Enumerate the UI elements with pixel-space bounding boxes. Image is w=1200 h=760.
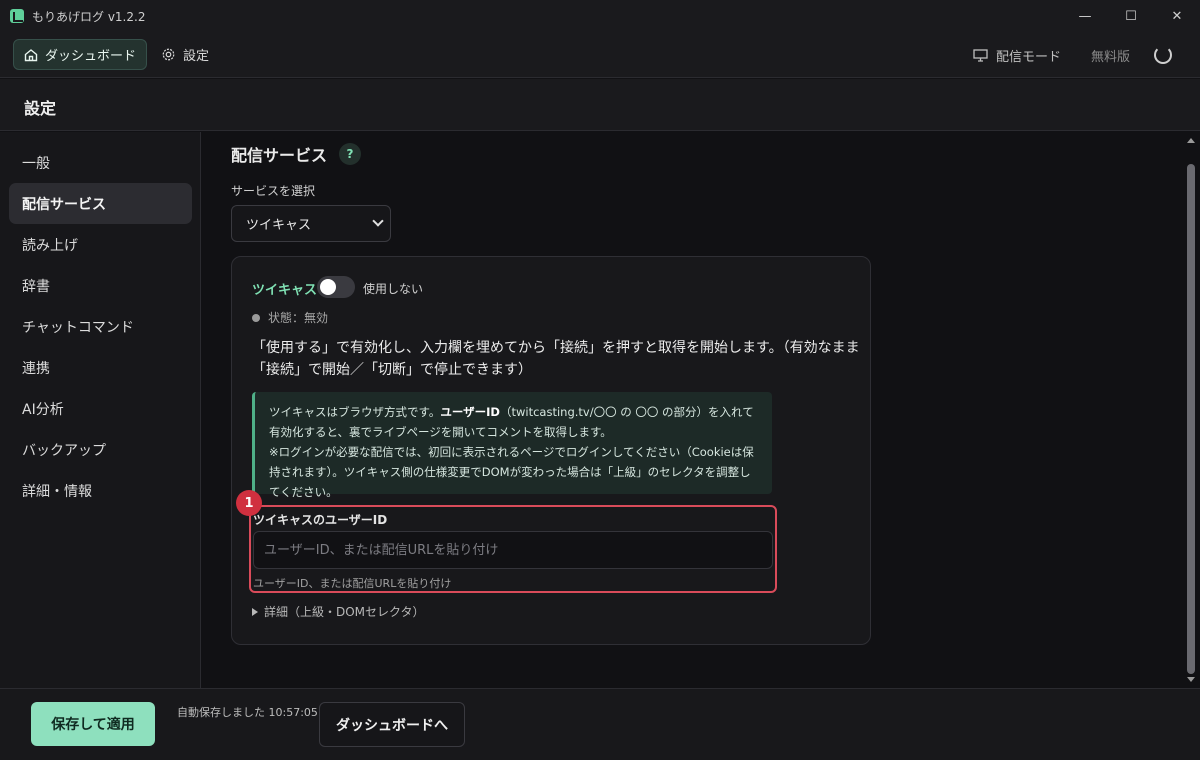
user-id-hint: ユーザーID、または配信URLを貼り付け [253, 577, 452, 590]
scroll-up-icon[interactable] [1187, 138, 1195, 143]
toggle-label: 使用しない [363, 282, 424, 296]
app-logo-icon [10, 9, 24, 23]
minimize-button[interactable]: — [1062, 0, 1108, 32]
service-select-value: ツイキャス [246, 218, 312, 233]
status-indicator: 状態：無効 [252, 309, 328, 326]
info-line1-bold: ユーザーID [440, 405, 500, 419]
help-icon[interactable]: ? [339, 143, 362, 165]
user-id-label: ツイキャスのユーザーID [253, 513, 388, 527]
sidebar-item-details-info[interactable]: 詳細・情報 [9, 470, 192, 511]
service-select[interactable]: ツイキャス [231, 205, 391, 242]
service-select-label: サービスを選択 [231, 184, 316, 198]
service-card: ツイキャス 使用しない 状態：無効 「使用する」で有効化し、入力欄を埋めてから「… [231, 256, 871, 645]
sidebar-item-chat-commands[interactable]: チャットコマンド [9, 306, 192, 347]
monitor-icon [973, 48, 988, 62]
maximize-button[interactable]: ☐ [1108, 0, 1154, 32]
stream-mode-label: 配信モード [995, 49, 1061, 65]
page-title: 設定 [24, 99, 57, 118]
nav-settings-label: 設定 [183, 49, 210, 64]
sidebar-item-general[interactable]: 一般 [9, 142, 192, 183]
gear-icon [162, 48, 175, 61]
use-toggle[interactable] [317, 276, 355, 298]
status-dot-icon [252, 313, 260, 322]
autosave-status: 自動保存しました 10:57:05 [177, 706, 318, 719]
main-content: 配信サービス ? サービスを選択 ツイキャス ツイキャス 使用しない 状態：無効… [202, 132, 1182, 688]
sidebar-item-read-aloud[interactable]: 読み上げ [9, 224, 192, 265]
info-callout: ツイキャスはブラウザ方式です。ユーザーID（twitcasting.tv/〇〇 … [252, 392, 772, 499]
service-name: ツイキャス [252, 283, 318, 298]
scroll-thumb[interactable] [1187, 164, 1195, 674]
title-bar: もりあげログ v1.2.2 — ☐ ✕ [0, 0, 1200, 32]
section-title: 配信サービス [231, 146, 328, 165]
main-scrollbar[interactable] [1182, 132, 1200, 688]
sidebar-item-integrations[interactable]: 連携 [9, 347, 192, 388]
home-icon [24, 48, 38, 61]
disclosure-triangle-icon [252, 607, 258, 616]
stream-mode-button[interactable]: 配信モード [973, 46, 1061, 65]
page-header: 設定 [0, 79, 1200, 131]
scroll-down-icon[interactable] [1187, 677, 1195, 682]
window-controls: — ☐ ✕ [1062, 0, 1200, 32]
refresh-icon[interactable] [1154, 46, 1172, 64]
footer-bar: 保存して適用 自動保存しました 10:57:05 ダッシュボードへ [0, 688, 1200, 760]
nav-dashboard-label: ダッシュボード [45, 49, 137, 64]
annotation-marker: 1 [236, 490, 262, 516]
plan-label: 無料版 [1090, 49, 1130, 65]
info-line1-pre: ツイキャスはブラウザ方式です。 [269, 405, 441, 419]
nav-right-group: 配信モード 無料版 [973, 32, 1200, 78]
status-text: 状態：無効 [268, 311, 329, 325]
info-line2: ※ログインが必要な配信では、初回に表示されるページでログインしてください（Coo… [269, 445, 754, 499]
sidebar-item-dictionary[interactable]: 辞書 [9, 265, 192, 306]
close-button[interactable]: ✕ [1154, 0, 1200, 32]
go-dashboard-button[interactable]: ダッシュボードへ [319, 702, 465, 747]
sidebar-item-ai-analysis[interactable]: AI分析 [9, 388, 192, 429]
user-id-input[interactable] [253, 531, 773, 569]
top-nav: ダッシュボード 設定 配信モード 無料版 [0, 32, 1200, 78]
toggle-knob [320, 279, 336, 295]
usage-description: 「使用する」で有効化し、入力欄を埋めてから「接続」を押すと取得を開始します。（有… [252, 340, 860, 378]
window-title: もりあげログ v1.2.2 [32, 9, 146, 24]
sidebar-item-backup[interactable]: バックアップ [9, 429, 192, 470]
sidebar-item-streaming-service[interactable]: 配信サービス [9, 183, 192, 224]
advanced-details-label: 詳細（上級・DOMセレクタ） [264, 605, 425, 619]
save-apply-button[interactable]: 保存して適用 [31, 702, 155, 746]
sidebar: 一般 配信サービス 読み上げ 辞書 チャットコマンド 連携 AI分析 バックアッ… [0, 132, 201, 688]
nav-settings-button[interactable]: 設定 [151, 39, 219, 70]
nav-dashboard-button[interactable]: ダッシュボード [13, 39, 148, 70]
user-id-field-group: ツイキャスのユーザーID ユーザーID、または配信URLを貼り付け [249, 505, 777, 593]
advanced-details-toggle[interactable]: 詳細（上級・DOMセレクタ） [252, 603, 425, 620]
section-header: 配信サービス ? [231, 142, 362, 166]
chevron-down-icon [372, 215, 384, 227]
